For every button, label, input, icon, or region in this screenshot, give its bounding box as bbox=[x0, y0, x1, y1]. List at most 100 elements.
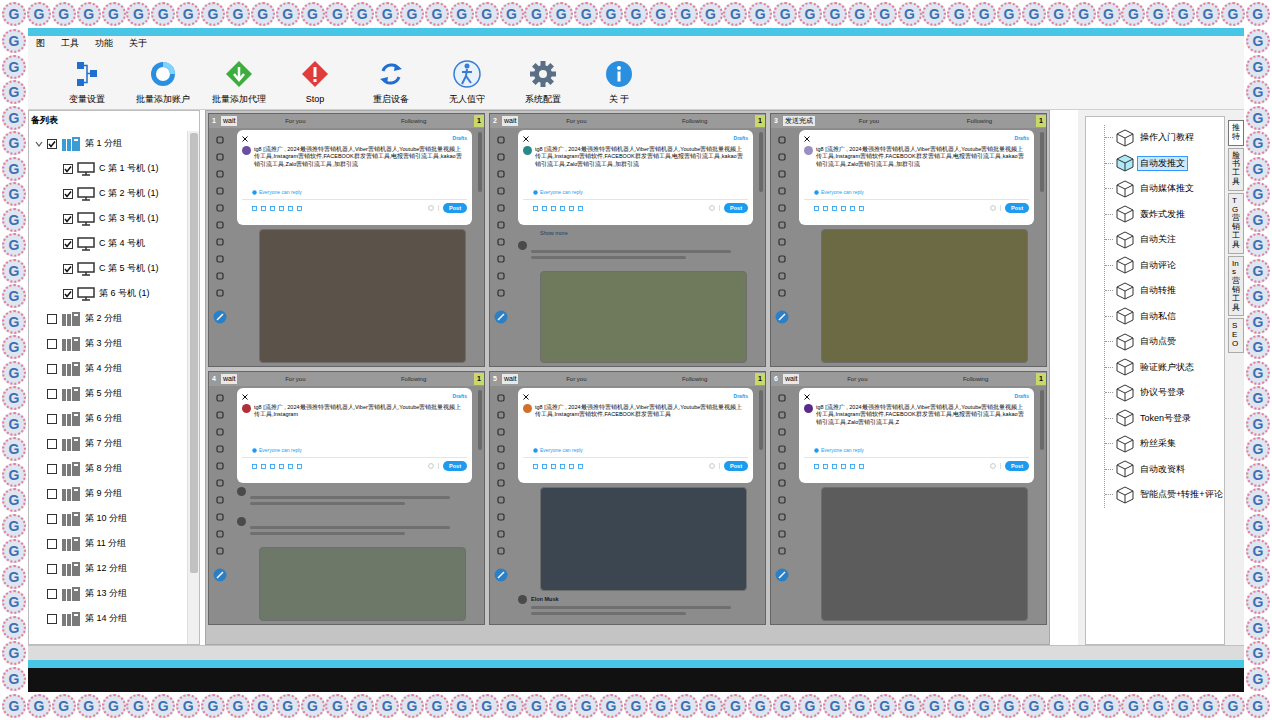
feed-tab[interactable]: For you bbox=[859, 117, 879, 126]
menu-item[interactable]: 功能 bbox=[93, 37, 115, 51]
feed-tab[interactable]: Following bbox=[682, 117, 707, 126]
scrollbar-thumb[interactable] bbox=[759, 132, 763, 192]
media-block[interactable] bbox=[540, 271, 747, 363]
compose-text[interactable]: tg8 [流推广 , 2024最强推特营销机器人,Viber营销机器人,Yout… bbox=[254, 404, 467, 419]
device-row[interactable]: C 第 4 号机 bbox=[29, 231, 187, 256]
toolbar-button[interactable]: 批量添加账户 bbox=[125, 59, 201, 107]
menu-item[interactable]: 工具 bbox=[59, 37, 81, 51]
group-row[interactable]: 第 8 分组 bbox=[29, 456, 187, 481]
feed-tab[interactable]: Following bbox=[401, 117, 426, 126]
checkbox[interactable] bbox=[63, 164, 73, 174]
group-row[interactable]: 第 5 分组 bbox=[29, 381, 187, 406]
feed-tab[interactable]: For you bbox=[566, 117, 586, 126]
reply-setting[interactable]: Everyone can reply bbox=[242, 189, 467, 197]
screen-scrollbar[interactable] bbox=[757, 386, 765, 624]
reply-setting[interactable]: Everyone can reply bbox=[523, 189, 748, 197]
media-block[interactable] bbox=[821, 229, 1028, 363]
feed-tab[interactable]: For you bbox=[285, 375, 305, 384]
checkbox[interactable] bbox=[47, 414, 57, 424]
checkbox[interactable] bbox=[63, 289, 73, 299]
device-screen[interactable]: 1waitFor youFollowing1Draftstg8 [流推广 , 2… bbox=[208, 113, 485, 367]
device-row[interactable]: C 第 3 号机 (1) bbox=[29, 206, 187, 231]
checkbox[interactable] bbox=[47, 464, 57, 474]
show-more-link[interactable]: Show more bbox=[518, 229, 753, 237]
feature-item[interactable]: 自动点赞 bbox=[1105, 329, 1224, 355]
compose-text[interactable]: tg8 [流推广 , 2024最强推特营销机器人,Viber营销机器人,Yout… bbox=[535, 404, 748, 419]
post-button[interactable]: Post bbox=[724, 203, 748, 213]
scrollbar-thumb[interactable] bbox=[190, 133, 198, 573]
toolbar-button[interactable]: Stop bbox=[277, 59, 353, 107]
toolbar-button[interactable]: 关 于 bbox=[581, 59, 657, 107]
feed-tab[interactable]: Following bbox=[401, 375, 426, 384]
post-button[interactable]: Post bbox=[443, 203, 467, 213]
checkbox[interactable] bbox=[47, 539, 57, 549]
drafts-link[interactable]: Drafts bbox=[1015, 393, 1029, 401]
group-row[interactable]: 第 14 分组 bbox=[29, 606, 187, 631]
checkbox[interactable] bbox=[47, 564, 57, 574]
scrollbar[interactable] bbox=[187, 131, 199, 644]
checkbox[interactable] bbox=[63, 189, 73, 199]
screen-scrollbar[interactable] bbox=[476, 386, 484, 624]
media-block[interactable] bbox=[259, 229, 466, 363]
media-block[interactable] bbox=[259, 547, 466, 621]
feature-item[interactable]: 轰炸式发推 bbox=[1105, 202, 1224, 228]
post-button[interactable]: Post bbox=[1005, 203, 1029, 213]
screen-scrollbar[interactable] bbox=[757, 128, 765, 366]
checkbox[interactable] bbox=[63, 214, 73, 224]
checkbox[interactable] bbox=[47, 389, 57, 399]
side-tab[interactable]: Ins营销工具 bbox=[1228, 256, 1244, 317]
checkbox[interactable] bbox=[47, 364, 57, 374]
drafts-link[interactable]: Drafts bbox=[734, 393, 748, 401]
group-row[interactable]: 第 4 分组 bbox=[29, 356, 187, 381]
device-screen[interactable]: 3发送完成For youFollowing1Draftstg8 [流推广 , 2… bbox=[770, 113, 1047, 367]
checkbox[interactable] bbox=[47, 489, 57, 499]
feature-item[interactable]: 操作入门教程 bbox=[1105, 125, 1224, 151]
screen-scrollbar[interactable] bbox=[1038, 386, 1046, 624]
reply-setting[interactable]: Everyone can reply bbox=[242, 447, 467, 455]
checkbox[interactable] bbox=[47, 439, 57, 449]
checkbox[interactable] bbox=[47, 589, 57, 599]
post-button[interactable]: Post bbox=[1005, 461, 1029, 471]
side-tab[interactable]: TG营销工具 bbox=[1228, 193, 1244, 254]
feed-tab[interactable]: For you bbox=[285, 117, 305, 126]
checkbox[interactable] bbox=[47, 514, 57, 524]
feature-item[interactable]: 验证账户状态 bbox=[1105, 355, 1224, 381]
feature-item[interactable]: 自动改资料 bbox=[1105, 457, 1224, 483]
feature-item[interactable]: 智能点赞+转推+评论 bbox=[1105, 482, 1224, 508]
group-row[interactable]: 第 12 分组 bbox=[29, 556, 187, 581]
checkbox[interactable] bbox=[47, 339, 57, 349]
group-row[interactable]: 第 3 分组 bbox=[29, 331, 187, 356]
device-row[interactable]: 第 6 号机 (1) bbox=[29, 281, 187, 306]
group-row[interactable]: 第 10 分组 bbox=[29, 506, 187, 531]
device-row[interactable]: C 第 2 号机 (1) bbox=[29, 181, 187, 206]
compose-text[interactable]: tg8 [流推广 , 2024最强推特营销机器人,Viber营销机器人,Yout… bbox=[816, 404, 1029, 427]
feed-tab[interactable]: For you bbox=[847, 375, 867, 384]
feature-item[interactable]: 自动转推 bbox=[1105, 278, 1224, 304]
group-row[interactable]: 第 6 分组 bbox=[29, 406, 187, 431]
group-row[interactable]: 第 1 分组 bbox=[29, 131, 187, 156]
feed-tab[interactable]: Following bbox=[967, 117, 992, 126]
device-screen[interactable]: 2waitFor youFollowing1Draftstg8 [流推广 , 2… bbox=[489, 113, 766, 367]
feature-item[interactable]: 自动媒体推文 bbox=[1105, 176, 1224, 202]
feed-tab[interactable]: Following bbox=[682, 375, 707, 384]
feature-item[interactable]: 粉丝采集 bbox=[1105, 431, 1224, 457]
media-block[interactable] bbox=[540, 487, 747, 591]
compose-text[interactable]: tg8 [流推广 , 2024最强推特营销机器人,Viber营销机器人,Yout… bbox=[535, 146, 748, 169]
feature-item[interactable]: 自动发推文 bbox=[1105, 151, 1224, 177]
post-button[interactable]: Post bbox=[443, 461, 467, 471]
scrollbar-thumb[interactable] bbox=[759, 390, 763, 450]
scrollbar-thumb[interactable] bbox=[478, 132, 482, 192]
checkbox[interactable] bbox=[63, 264, 73, 274]
feature-item[interactable]: 自动私信 bbox=[1105, 304, 1224, 330]
drafts-link[interactable]: Drafts bbox=[453, 393, 467, 401]
toolbar-button[interactable]: 系统配置 bbox=[505, 59, 581, 107]
device-screen[interactable]: 5waitFor youFollowing1Draftstg8 [流推广 , 2… bbox=[489, 371, 766, 625]
menu-item[interactable]: 关于 bbox=[127, 37, 149, 51]
device-screen[interactable]: 6waitFor youFollowing1Draftstg8 [流推广 , 2… bbox=[770, 371, 1047, 625]
scrollbar-thumb[interactable] bbox=[1040, 390, 1044, 450]
feature-item[interactable]: Token号登录 bbox=[1105, 406, 1224, 432]
toolbar-button[interactable]: 批量添加代理 bbox=[201, 59, 277, 107]
device-row[interactable]: C 第 5 号机 (1) bbox=[29, 256, 187, 281]
checkbox[interactable] bbox=[47, 314, 57, 324]
screen-scrollbar[interactable] bbox=[476, 128, 484, 366]
